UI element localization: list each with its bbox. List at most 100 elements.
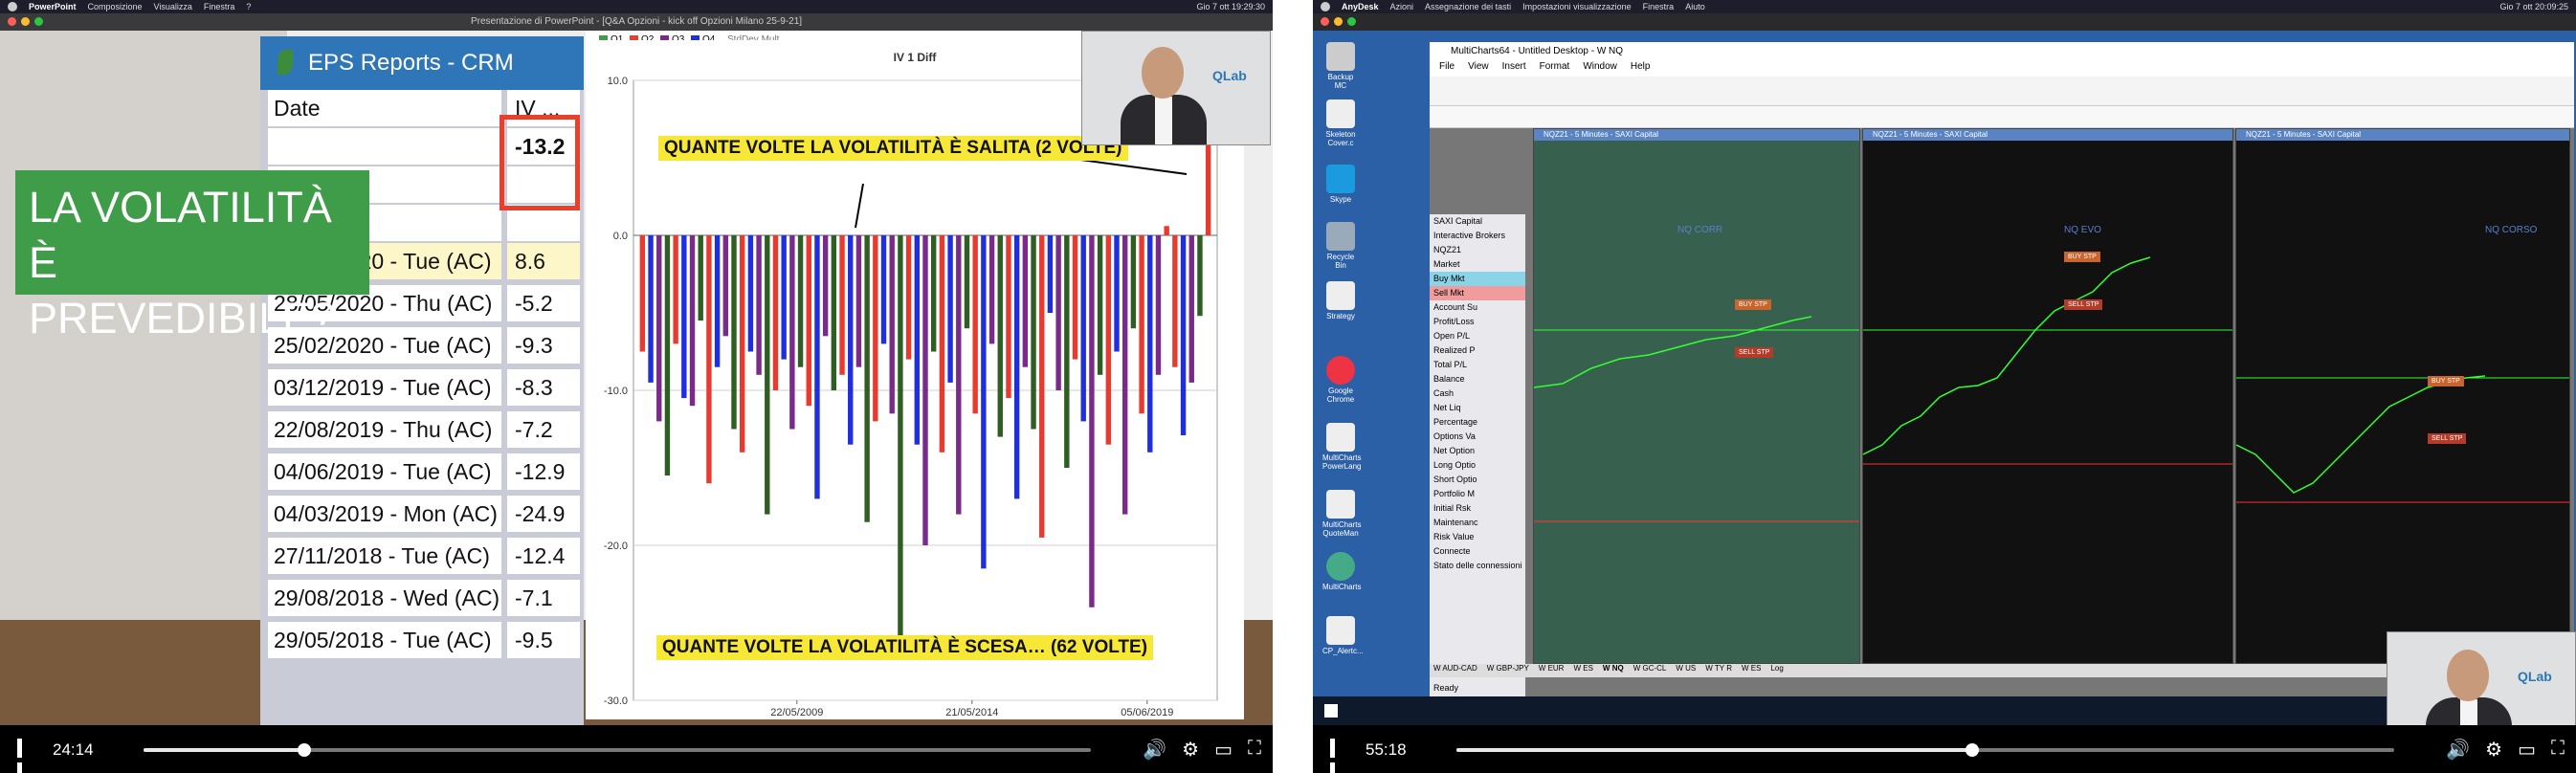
mc-drawing-toolbar[interactable] xyxy=(1430,106,2574,128)
menu-item[interactable]: Window xyxy=(1583,61,1617,77)
zoom-window-icon[interactable] xyxy=(1347,17,1356,26)
workspace-tab[interactable]: W TY R xyxy=(1705,664,1732,677)
workspace-tab-active[interactable]: W NQ xyxy=(1603,664,1624,677)
apple-icon[interactable] xyxy=(8,2,17,11)
menu-item[interactable]: Insert xyxy=(1502,61,1526,77)
right-video-player[interactable]: AnyDesk Azioni Assegnazione dei tasti Im… xyxy=(1313,0,2576,773)
desktop-icon[interactable]: MultiCharts QuoteMan xyxy=(1322,490,1361,538)
order-item: Cash xyxy=(1433,388,1455,398)
seek-handle[interactable] xyxy=(1965,743,1979,757)
order-item[interactable]: Interactive Brokers xyxy=(1430,229,1525,243)
video-controls: 55:18 🔊 ⚙ ▭ ⛶ xyxy=(1313,725,2576,773)
chart-window-title: NQZ21 - 5 Minutes - SAXI Capital xyxy=(1863,129,2232,141)
sell-stop-tag[interactable]: SELL STP xyxy=(2428,433,2467,444)
menu-item[interactable]: Format xyxy=(1540,61,1570,77)
mac-menubar: PowerPoint Composizione Visualizza Fines… xyxy=(0,0,1273,13)
buy-stop-tag[interactable]: BUY STP xyxy=(2428,376,2464,386)
symbol-input[interactable]: NQZ21 xyxy=(1430,243,1525,257)
bar xyxy=(747,235,754,352)
menu-item[interactable]: Visualizza xyxy=(154,2,192,11)
sell-stop-tag[interactable]: SELL STP xyxy=(1735,347,1774,358)
workspace-tab[interactable]: W GC-CL xyxy=(1633,664,1667,677)
recycle-bin-icon[interactable]: Recycle Bin xyxy=(1322,222,1359,270)
left-video-player[interactable]: PowerPoint Composizione Visualizza Fines… xyxy=(0,0,1273,773)
sell-stop-tag[interactable]: SELL STP xyxy=(2064,299,2103,310)
desktop-icon[interactable]: Strategy xyxy=(1322,281,1359,320)
bar xyxy=(1089,235,1095,607)
settings-gear-icon[interactable]: ⚙ xyxy=(1182,738,1199,762)
buy-stop-tag[interactable]: BUY STP xyxy=(2064,252,2100,262)
close-window-icon[interactable] xyxy=(8,17,16,26)
order-item: Profit/Loss xyxy=(1433,317,1475,326)
chrome-icon[interactable]: Google Chrome xyxy=(1322,356,1359,404)
pause-button[interactable] xyxy=(17,739,34,773)
presenter-shirt xyxy=(2460,699,2477,725)
menu-item[interactable]: Impostazioni visualizzazione xyxy=(1522,2,1632,11)
fullscreen-icon[interactable]: ⛶ xyxy=(1248,738,1261,762)
menu-item[interactable]: File xyxy=(1439,61,1455,77)
menu-item[interactable]: ? xyxy=(246,2,251,11)
connection-status-tab[interactable]: Stato delle connessioni xyxy=(1430,559,1525,573)
mc-toolbar[interactable] xyxy=(1430,77,2574,106)
pause-button[interactable] xyxy=(1330,739,1347,773)
desktop-icon[interactable]: CP_Alertc... xyxy=(1322,616,1364,655)
desktop-icon[interactable]: Skeleton Cover.c xyxy=(1322,99,1359,147)
workspace-tab[interactable]: W GBP-JPY xyxy=(1487,664,1529,677)
windows-start-icon[interactable] xyxy=(1324,704,1338,718)
fullscreen-icon[interactable]: ⛶ xyxy=(2551,738,2565,762)
zoom-window-icon[interactable] xyxy=(34,17,43,26)
callout-up: QUANTE VOLTE LA VOLATILITÀ È SALITA (2 V… xyxy=(658,136,1128,161)
menu-item[interactable]: Aiuto xyxy=(1685,2,1705,11)
volume-icon[interactable]: 🔊 xyxy=(2446,738,2470,762)
order-item: Open P/L xyxy=(1433,331,1471,341)
menu-item[interactable]: View xyxy=(1468,61,1489,77)
chart-window-3[interactable]: NQZ21 - 5 Minutes - SAXI Capital NQ CORS… xyxy=(2235,128,2570,664)
bar xyxy=(964,235,970,329)
order-type-select[interactable]: Market xyxy=(1430,257,1525,272)
menu-item[interactable]: Composizione xyxy=(88,2,143,11)
settings-gear-icon[interactable]: ⚙ xyxy=(2485,738,2502,762)
connection-status: Connecte xyxy=(1433,546,1471,556)
seek-bar[interactable] xyxy=(1456,743,2394,757)
date-column-header[interactable]: Date xyxy=(268,90,501,126)
seek-handle[interactable] xyxy=(298,743,312,757)
workspace-tab[interactable]: W ES xyxy=(1742,664,1761,677)
chart-window-1[interactable]: NQZ21 - 5 Minutes - SAXI Capital NQ CORR… xyxy=(1533,128,1860,664)
sell-market-button[interactable]: Sell Mkt xyxy=(1430,286,1525,300)
iv-cell: -8.3 xyxy=(507,369,580,406)
apple-icon[interactable] xyxy=(1321,2,1330,11)
slide-title-box: LA VOLATILITÀ È PREVEDIBILE? xyxy=(15,170,369,342)
minimize-window-icon[interactable] xyxy=(1334,17,1343,26)
buy-market-button[interactable]: Buy Mkt xyxy=(1430,272,1525,286)
bar xyxy=(806,235,811,407)
menu-item[interactable]: Finestra xyxy=(204,2,235,11)
date-cell: 04/06/2019 - Tue (AC) xyxy=(268,453,501,490)
chart-window-2[interactable]: NQZ21 - 5 Minutes - SAXI Capital NQ EVO … xyxy=(1862,128,2233,664)
order-item[interactable]: SAXI Capital xyxy=(1430,214,1525,229)
workspace-tab[interactable]: W AUD-CAD xyxy=(1433,664,1477,677)
airplay-icon[interactable]: ▭ xyxy=(2518,738,2536,762)
menu-item[interactable]: Azioni xyxy=(1390,2,1414,11)
app-name[interactable]: PowerPoint xyxy=(29,2,77,11)
mc-titlebar: MultiCharts64 - Untitled Desktop - W NQ xyxy=(1430,42,2574,61)
multicharts-icon[interactable]: MultiCharts xyxy=(1322,552,1361,591)
menu-item[interactable]: Assegnazione dei tasti xyxy=(1425,2,1511,11)
workspace-tab[interactable]: W EUR xyxy=(1539,664,1565,677)
menu-item[interactable]: Help xyxy=(1631,61,1651,77)
workspace-tab[interactable]: W ES xyxy=(1573,664,1592,677)
bar xyxy=(656,235,662,422)
minimize-window-icon[interactable] xyxy=(21,17,30,26)
desktop-icon[interactable]: MultiCharts PowerLang xyxy=(1322,423,1361,471)
app-name[interactable]: AnyDesk xyxy=(1342,2,1379,11)
volume-icon[interactable]: 🔊 xyxy=(1143,738,1166,762)
skype-icon[interactable]: Skype xyxy=(1322,165,1359,204)
seek-bar[interactable] xyxy=(144,743,1091,757)
desktop-icon[interactable]: Backup MC xyxy=(1322,42,1359,90)
menu-item[interactable]: Finestra xyxy=(1643,2,1675,11)
buy-stop-tag[interactable]: BUY STP xyxy=(1735,299,1771,310)
workspace-tab[interactable]: W US xyxy=(1676,664,1696,677)
airplay-icon[interactable]: ▭ xyxy=(1214,738,1232,762)
menubar-clock: Gio 7 ott 20:09:25 xyxy=(2499,2,2568,11)
workspace-tab[interactable]: Log xyxy=(1770,664,1783,677)
close-window-icon[interactable] xyxy=(1321,17,1329,26)
